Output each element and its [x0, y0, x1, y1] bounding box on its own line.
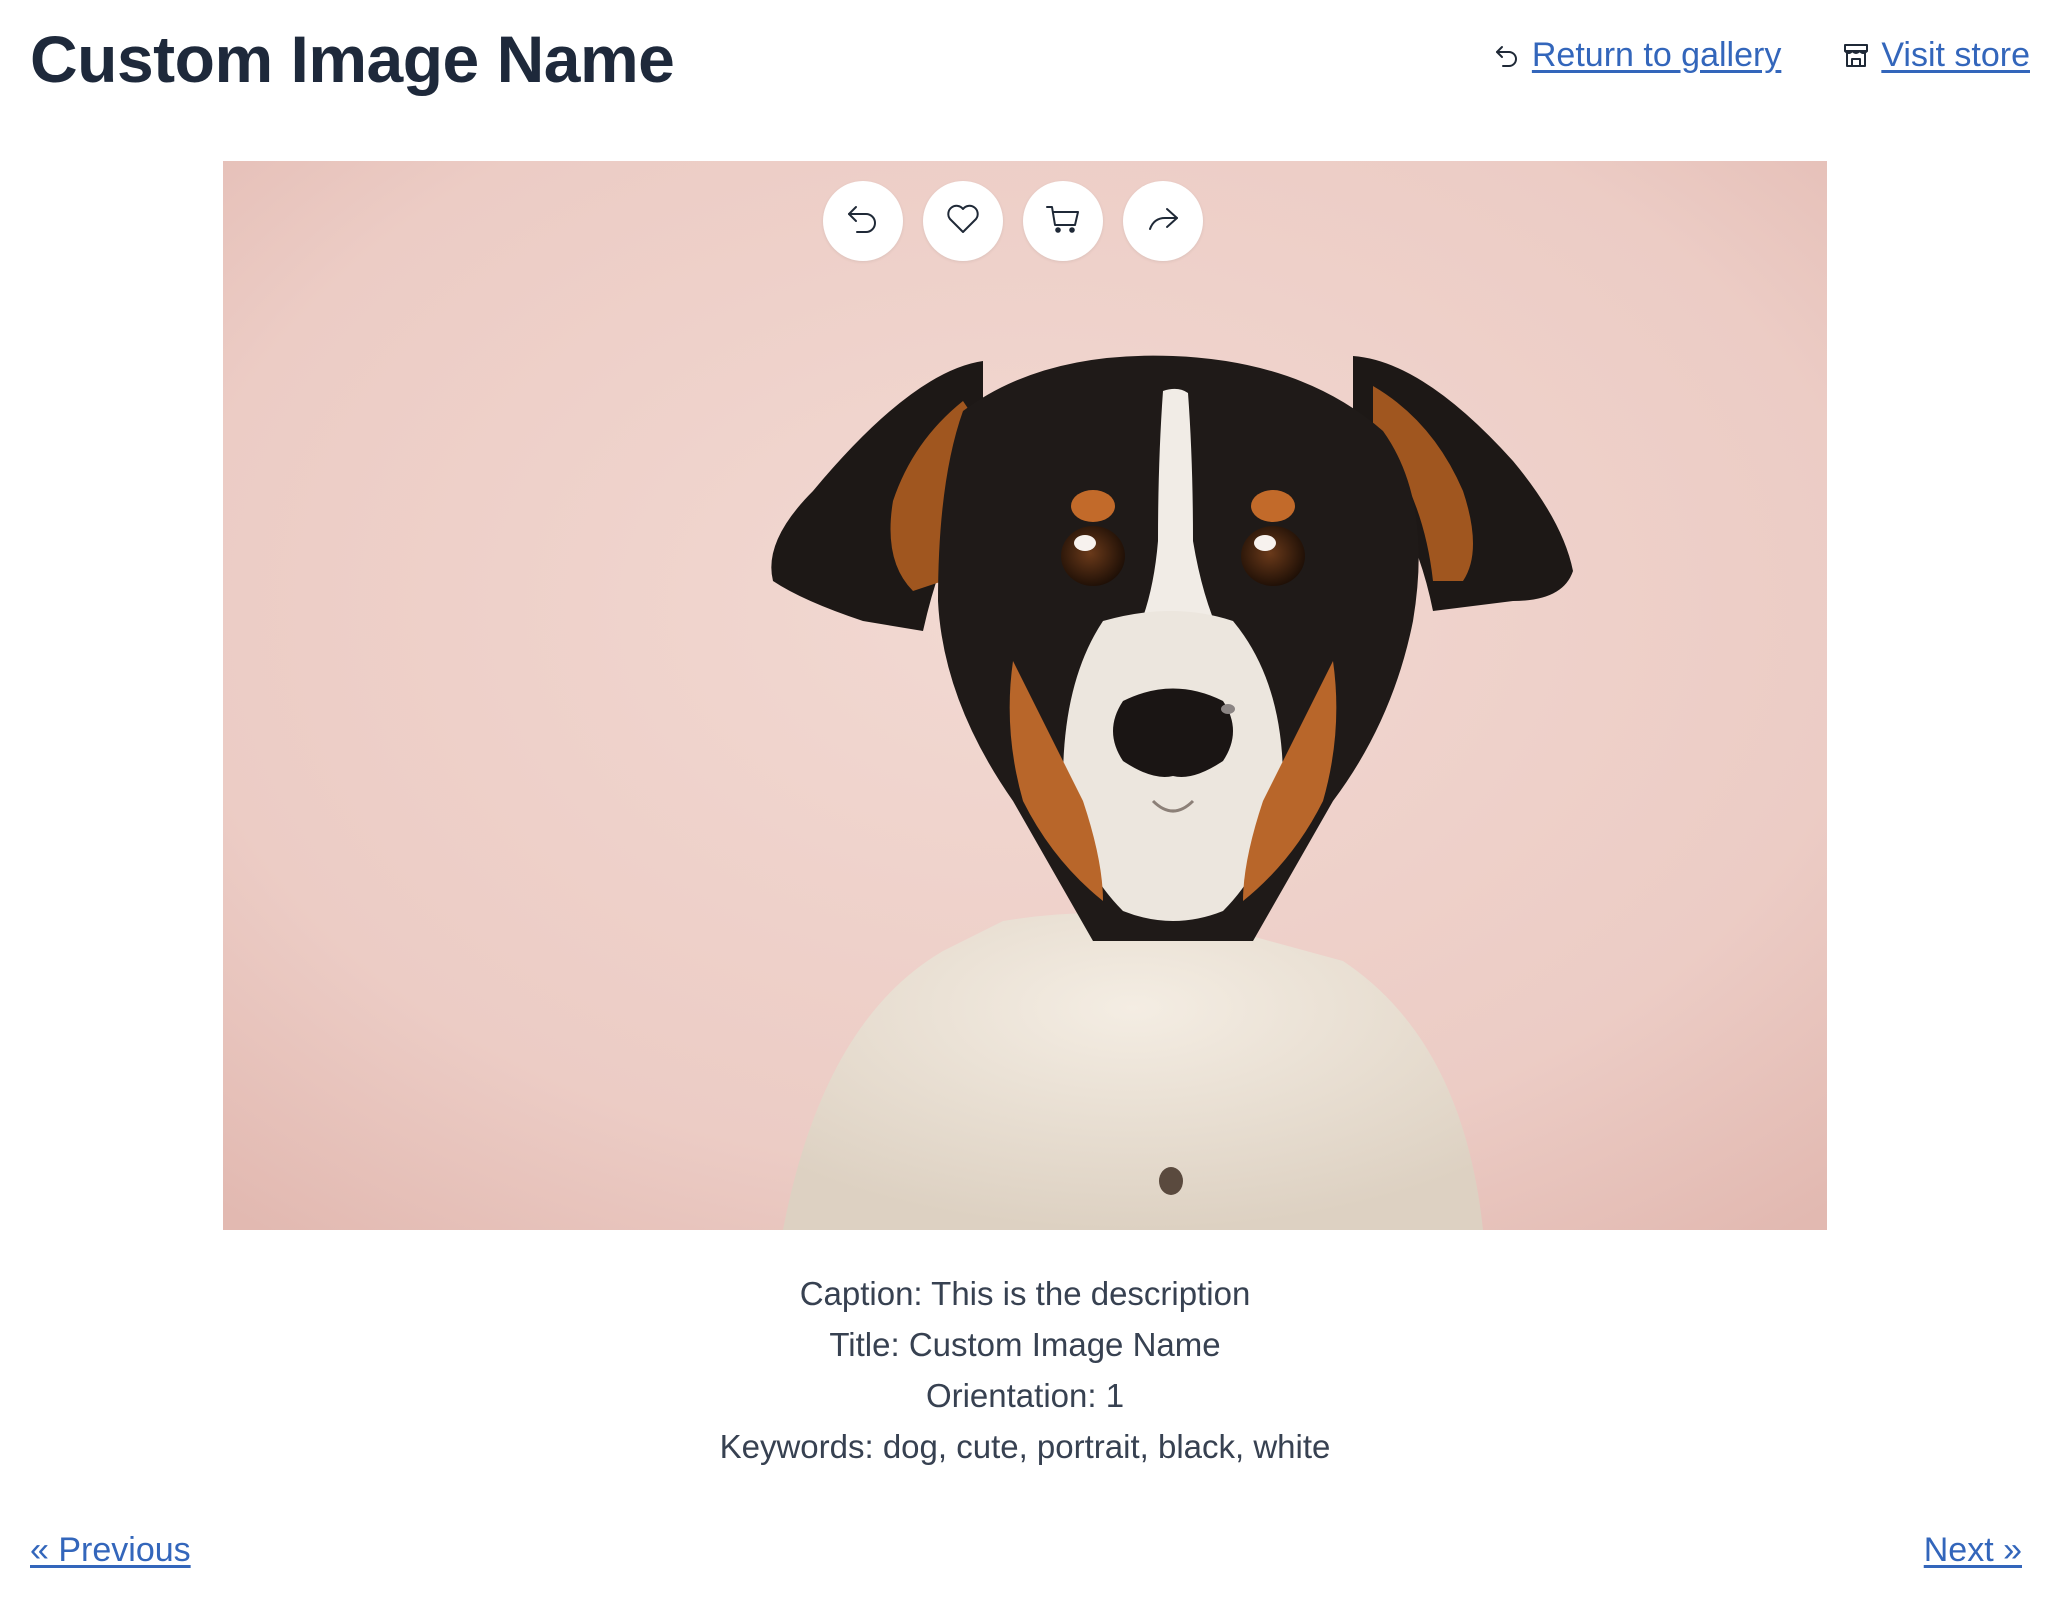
share-button[interactable]: [1123, 181, 1203, 261]
cart-button[interactable]: [1023, 181, 1103, 261]
image-metadata: Caption: This is the description Title: …: [0, 1268, 2050, 1472]
orientation-text: Orientation: 1: [925, 1377, 1125, 1414]
back-button[interactable]: [823, 181, 903, 261]
return-to-gallery-label: Return to gallery: [1531, 36, 1782, 74]
previous-link[interactable]: « Previous: [30, 1525, 191, 1575]
image-viewer: [223, 161, 1827, 1230]
page-title: Custom Image Name: [30, 22, 675, 96]
heart-icon: [941, 197, 985, 246]
share-icon: [1141, 197, 1185, 246]
visit-store-label: Visit store: [1881, 36, 2030, 74]
favorite-button[interactable]: [923, 181, 1003, 261]
store-icon: [1841, 40, 1871, 70]
return-icon: [1492, 40, 1522, 70]
dog-photo: [223, 161, 1827, 1230]
top-navigation: Return to gallery Visit store: [1492, 30, 2030, 80]
next-link[interactable]: Next »: [1924, 1525, 2022, 1575]
image-action-bar: [823, 181, 1203, 261]
caption-text: Caption: This is the description: [799, 1275, 1251, 1312]
return-to-gallery-link[interactable]: Return to gallery: [1492, 30, 1781, 80]
cart-icon: [1041, 197, 1085, 246]
title-text: Title: Custom Image Name: [829, 1326, 1221, 1363]
keywords-text: Keywords: dog, cute, portrait, black, wh…: [719, 1428, 1331, 1465]
visit-store-link[interactable]: Visit store: [1841, 30, 2030, 80]
undo-icon: [841, 197, 885, 246]
